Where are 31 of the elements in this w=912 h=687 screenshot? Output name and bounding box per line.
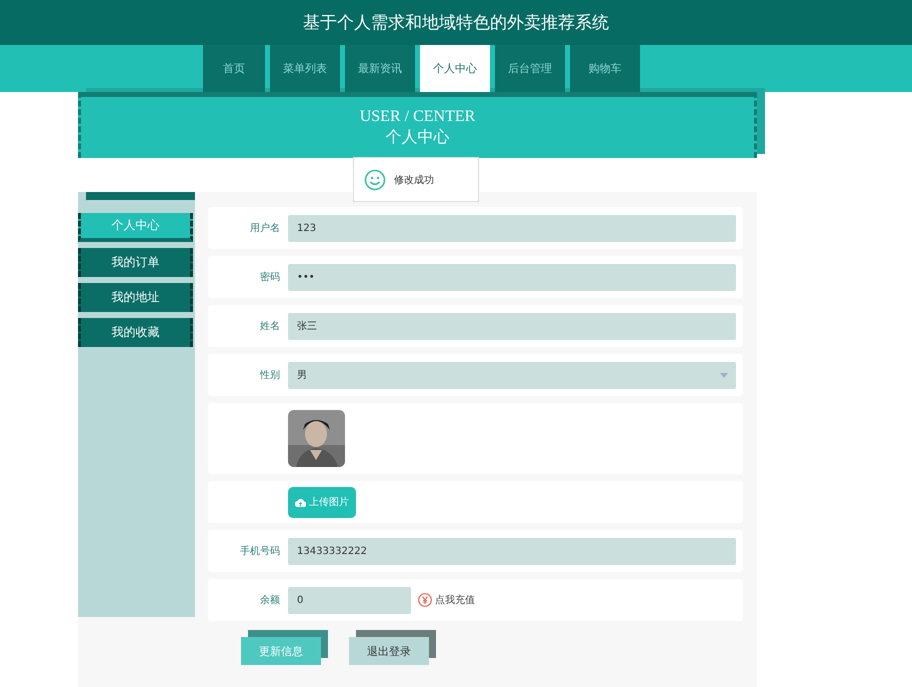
nav-tab[interactable]: 个人中心 [420, 45, 490, 92]
input-field[interactable]: 张三 [288, 312, 736, 340]
logout-button[interactable]: 退出登录 [349, 637, 429, 665]
select-field[interactable]: 男 [288, 362, 736, 388]
cloud-upload-icon [295, 498, 306, 506]
caret-icon [720, 372, 728, 378]
sidebar-item[interactable]: 我的地址 [78, 283, 193, 312]
input-field[interactable]: 13433332222 [288, 538, 736, 564]
field-label: 密码 [259, 270, 281, 284]
field-label: 用户名 [249, 222, 281, 235]
sidebar-item[interactable]: 我的收藏 [78, 318, 193, 347]
nav-tab[interactable]: 菜单列表 [270, 45, 340, 92]
site-title: 基于个人需求和地域特色的外卖推荐系统 [303, 12, 609, 34]
nav-tab[interactable]: 首页 [203, 45, 265, 92]
field-label: 姓名 [259, 320, 281, 333]
field-label: 余额 [259, 594, 281, 607]
recharge-link[interactable]: 点我充值 [435, 593, 475, 607]
nav-tab[interactable]: 最新资讯 [345, 45, 415, 92]
banner-title: USER / CENTER [360, 106, 476, 126]
smiley-icon [364, 168, 386, 190]
sidebar-item[interactable]: 我的订单 [78, 248, 193, 277]
banner-subtitle: 个人中心 [386, 128, 450, 148]
field-label: 性别 [258, 368, 281, 382]
input-field[interactable]: ••• [288, 264, 736, 290]
nav-tab[interactable]: 后台管理 [495, 45, 565, 92]
yen-icon [418, 593, 432, 607]
nav-tab[interactable]: 购物车 [570, 45, 640, 92]
toast-message: 修改成功 [394, 174, 434, 186]
field-label: 手机号码 [239, 544, 281, 558]
input-field[interactable]: 0 [288, 586, 411, 614]
input-field[interactable]: 123 [288, 214, 736, 242]
